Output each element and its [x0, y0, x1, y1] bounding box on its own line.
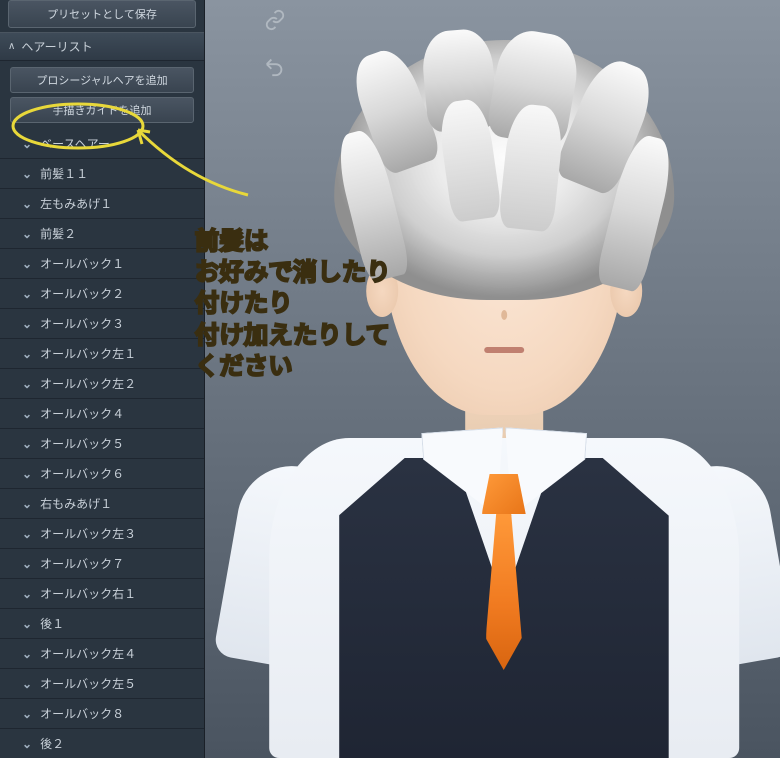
hair-item-label: オールバック５: [40, 435, 124, 452]
hair-item-label: オールバック左４: [40, 645, 136, 662]
hair-item-label: 左もみあげ１: [40, 195, 112, 212]
chevron-down-icon: ⌄: [22, 617, 32, 631]
hair-item[interactable]: ⌄ オールバック右１: [0, 579, 204, 609]
hair-item-label: オールバック３: [40, 315, 124, 332]
hair-item[interactable]: ⌄ 右もみあげ１: [0, 489, 204, 519]
hair-item[interactable]: ⌄ オールバック５: [0, 429, 204, 459]
chevron-down-icon: ⌄: [22, 257, 32, 271]
hair-item[interactable]: ⌄ オールバック左１: [0, 339, 204, 369]
chevron-down-icon: ⌄: [22, 587, 32, 601]
hair-item[interactable]: ⌄ オールバック４: [0, 399, 204, 429]
hair-item[interactable]: ⌄ オールバック６: [0, 459, 204, 489]
hair-list-section-header[interactable]: ∧ ヘアーリスト: [0, 32, 204, 61]
hair-item-label: オールバック２: [40, 285, 124, 302]
hair-item-label: ベースヘアー: [40, 135, 110, 152]
chevron-down-icon: ⌄: [22, 197, 32, 211]
hair-item-label: オールバック右１: [40, 585, 136, 602]
hair-item[interactable]: ⌄ ベースヘアー: [0, 129, 204, 159]
hair-item-label: オールバック８: [40, 705, 124, 722]
chevron-down-icon: ⌄: [22, 317, 32, 331]
chevron-down-icon: ⌄: [22, 347, 32, 361]
chevron-down-icon: ⌄: [22, 677, 32, 691]
hair-item-label: 後２: [40, 735, 64, 752]
hair-item[interactable]: ⌄ オールバック左４: [0, 639, 204, 669]
save-preset-button[interactable]: プリセットとして保存: [8, 0, 196, 28]
hair-item[interactable]: ⌄ オールバック２: [0, 279, 204, 309]
chevron-down-icon: ⌄: [22, 287, 32, 301]
hair-item-label: オールバック左３: [40, 525, 136, 542]
chevron-down-icon: ⌄: [22, 647, 32, 661]
hair-list: ⌄ ベースヘアー ⌄ 前髪１１ ⌄ 左もみあげ１ ⌄ 前髪２ ⌄ オールバック１ ⌄ オール…: [0, 129, 204, 758]
chevron-down-icon: ⌄: [22, 557, 32, 571]
hair-item[interactable]: ⌄ 後１: [0, 609, 204, 639]
chevron-down-icon: ⌄: [22, 527, 32, 541]
hair-item[interactable]: ⌄ オールバック左３: [0, 519, 204, 549]
section-buttons: プロシージャルヘアを追加 手描きガイドを追加: [0, 61, 204, 129]
hair-item-label: 前髪１１: [40, 165, 88, 182]
hair-item[interactable]: ⌄ オールバック１: [0, 249, 204, 279]
character-model: [224, 40, 780, 758]
chevron-down-icon: ⌄: [22, 737, 32, 751]
hair-item[interactable]: ⌄ オールバック７: [0, 549, 204, 579]
hair-item[interactable]: ⌄ オールバック左２: [0, 369, 204, 399]
hair-item[interactable]: ⌄ オールバック３: [0, 309, 204, 339]
chevron-down-icon: ⌄: [22, 227, 32, 241]
add-procedural-hair-button[interactable]: プロシージャルヘアを追加: [10, 67, 194, 93]
chevron-down-icon: ⌄: [22, 467, 32, 481]
chevron-down-icon: ⌄: [22, 437, 32, 451]
sidebar: プリセットとして保存 ∧ ヘアーリスト プロシージャルヘアを追加 手描きガイドを…: [0, 0, 205, 758]
hair-item-label: 前髪２: [40, 225, 76, 242]
hair-item[interactable]: ⌄ オールバック左５: [0, 669, 204, 699]
hair-item-label: オールバック４: [40, 405, 124, 422]
add-guide-button[interactable]: 手描きガイドを追加: [10, 97, 194, 123]
chevron-down-icon: ⌄: [22, 137, 32, 151]
hair-item-label: オールバック１: [40, 255, 124, 272]
chevron-down-icon: ⌄: [22, 377, 32, 391]
chevron-down-icon: ⌄: [22, 167, 32, 181]
hair-item[interactable]: ⌄ 前髪２: [0, 219, 204, 249]
hair-item[interactable]: ⌄ オールバック８: [0, 699, 204, 729]
hair-item[interactable]: ⌄ 前髪１１: [0, 159, 204, 189]
hair-item-label: オールバック左５: [40, 675, 136, 692]
chevron-down-icon: ⌄: [22, 707, 32, 721]
viewport-3d[interactable]: [205, 0, 780, 758]
hair-item[interactable]: ⌄ 後２: [0, 729, 204, 758]
hair-item-label: オールバック６: [40, 465, 124, 482]
hair-item-label: 右もみあげ１: [40, 495, 112, 512]
chevron-up-icon: ∧: [8, 41, 15, 52]
hair-item-label: オールバック７: [40, 555, 124, 572]
link-tool-icon[interactable]: [261, 6, 289, 34]
chevron-down-icon: ⌄: [22, 407, 32, 421]
section-title: ヘアーリスト: [21, 38, 92, 55]
hair-item-label: 後１: [40, 615, 64, 632]
hair-item[interactable]: ⌄ 左もみあげ１: [0, 189, 204, 219]
hair-item-label: オールバック左２: [40, 375, 136, 392]
hair-item-label: オールバック左１: [40, 345, 136, 362]
chevron-down-icon: ⌄: [22, 497, 32, 511]
